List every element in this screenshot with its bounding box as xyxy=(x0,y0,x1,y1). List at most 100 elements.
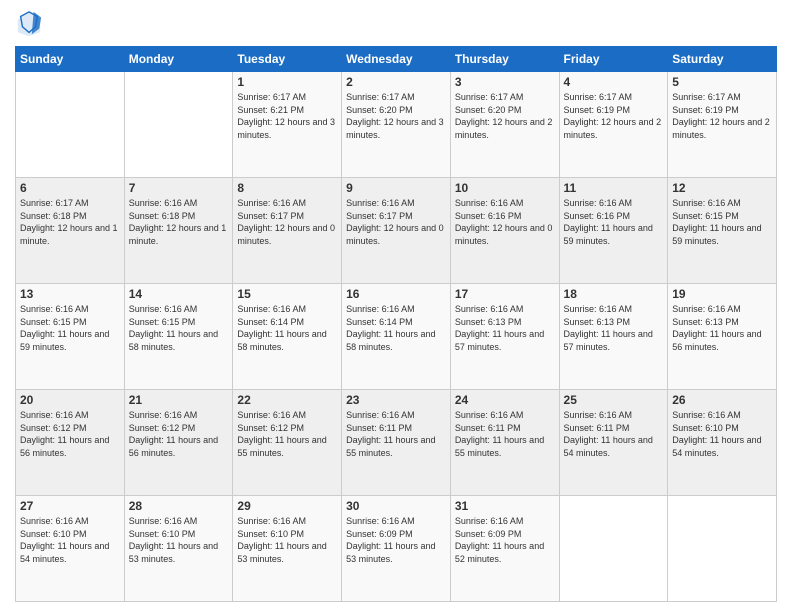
logo-icon xyxy=(15,10,43,38)
day-info: Sunrise: 6:16 AM Sunset: 6:16 PM Dayligh… xyxy=(455,197,555,247)
day-number: 24 xyxy=(455,393,555,407)
day-number: 28 xyxy=(129,499,229,513)
day-info: Sunrise: 6:17 AM Sunset: 6:19 PM Dayligh… xyxy=(672,91,772,141)
day-info: Sunrise: 6:16 AM Sunset: 6:10 PM Dayligh… xyxy=(672,409,772,459)
day-number: 7 xyxy=(129,181,229,195)
day-number: 2 xyxy=(346,75,446,89)
day-info: Sunrise: 6:16 AM Sunset: 6:12 PM Dayligh… xyxy=(20,409,120,459)
calendar-body: 1 Sunrise: 6:17 AM Sunset: 6:21 PM Daylig… xyxy=(16,72,777,602)
day-info: Sunrise: 6:16 AM Sunset: 6:15 PM Dayligh… xyxy=(129,303,229,353)
calendar-cell: 11 Sunrise: 6:16 AM Sunset: 6:16 PM Dayli… xyxy=(559,178,668,284)
day-info: Sunrise: 6:16 AM Sunset: 6:13 PM Dayligh… xyxy=(455,303,555,353)
calendar-cell: 31Sunrise: 6:16 AM Sunset: 6:09 PM Dayli… xyxy=(450,496,559,602)
day-info: Sunrise: 6:16 AM Sunset: 6:14 PM Dayligh… xyxy=(346,303,446,353)
day-number: 21 xyxy=(129,393,229,407)
calendar-cell: 10 Sunrise: 6:16 AM Sunset: 6:16 PM Dayli… xyxy=(450,178,559,284)
day-info: Sunrise: 6:16 AM Sunset: 6:16 PM Dayligh… xyxy=(564,197,664,247)
calendar-cell: 8 Sunrise: 6:16 AM Sunset: 6:17 PM Daylig… xyxy=(233,178,342,284)
calendar-cell: 4 Sunrise: 6:17 AM Sunset: 6:19 PM Daylig… xyxy=(559,72,668,178)
calendar-cell: 2 Sunrise: 6:17 AM Sunset: 6:20 PM Daylig… xyxy=(342,72,451,178)
calendar-cell: 29 Sunrise: 6:16 AM Sunset: 6:10 PM Dayli… xyxy=(233,496,342,602)
calendar-cell: 26 Sunrise: 6:16 AM Sunset: 6:10 PM Dayli… xyxy=(668,390,777,496)
calendar-cell: 23Sunrise: 6:16 AM Sunset: 6:11 PM Dayli… xyxy=(342,390,451,496)
day-number: 27 xyxy=(20,499,120,513)
day-info: Sunrise: 6:16 AM Sunset: 6:17 PM Dayligh… xyxy=(237,197,337,247)
day-number: 14 xyxy=(129,287,229,301)
calendar-cell: 15 Sunrise: 6:16 AM Sunset: 6:14 PM Dayli… xyxy=(233,284,342,390)
day-info: Sunrise: 6:16 AM Sunset: 6:12 PM Dayligh… xyxy=(237,409,337,459)
day-info: Sunrise: 6:16 AM Sunset: 6:11 PM Dayligh… xyxy=(564,409,664,459)
day-info: Sunrise: 6:16 AM Sunset: 6:12 PM Dayligh… xyxy=(129,409,229,459)
day-number: 11 xyxy=(564,181,664,195)
day-info: Sunrise: 6:16 AM Sunset: 6:15 PM Dayligh… xyxy=(20,303,120,353)
calendar-cell: 3Sunrise: 6:17 AM Sunset: 6:20 PM Daylig… xyxy=(450,72,559,178)
day-number: 22 xyxy=(237,393,337,407)
week-row-3: 13Sunrise: 6:16 AM Sunset: 6:15 PM Dayli… xyxy=(16,284,777,390)
day-info: Sunrise: 6:16 AM Sunset: 6:13 PM Dayligh… xyxy=(564,303,664,353)
week-row-1: 1 Sunrise: 6:17 AM Sunset: 6:21 PM Daylig… xyxy=(16,72,777,178)
day-number: 12 xyxy=(672,181,772,195)
day-info: Sunrise: 6:16 AM Sunset: 6:10 PM Dayligh… xyxy=(129,515,229,565)
calendar-cell: 19 Sunrise: 6:16 AM Sunset: 6:13 PM Dayli… xyxy=(668,284,777,390)
weekday-header-monday: Monday xyxy=(124,47,233,72)
day-info: Sunrise: 6:16 AM Sunset: 6:18 PM Dayligh… xyxy=(129,197,229,247)
day-number: 8 xyxy=(237,181,337,195)
calendar-cell: 6Sunrise: 6:17 AM Sunset: 6:18 PM Daylig… xyxy=(16,178,125,284)
weekday-header-thursday: Thursday xyxy=(450,47,559,72)
calendar-cell: 13Sunrise: 6:16 AM Sunset: 6:15 PM Dayli… xyxy=(16,284,125,390)
day-number: 30 xyxy=(346,499,446,513)
calendar-cell: 18 Sunrise: 6:16 AM Sunset: 6:13 PM Dayli… xyxy=(559,284,668,390)
day-number: 26 xyxy=(672,393,772,407)
day-number: 6 xyxy=(20,181,120,195)
calendar-cell xyxy=(559,496,668,602)
day-number: 18 xyxy=(564,287,664,301)
day-number: 9 xyxy=(346,181,446,195)
day-number: 25 xyxy=(564,393,664,407)
day-number: 10 xyxy=(455,181,555,195)
weekday-header-saturday: Saturday xyxy=(668,47,777,72)
calendar: SundayMondayTuesdayWednesdayThursdayFrid… xyxy=(15,46,777,602)
calendar-cell: 30 Sunrise: 6:16 AM Sunset: 6:09 PM Dayli… xyxy=(342,496,451,602)
calendar-cell: 9 Sunrise: 6:16 AM Sunset: 6:17 PM Daylig… xyxy=(342,178,451,284)
day-number: 1 xyxy=(237,75,337,89)
calendar-header: SundayMondayTuesdayWednesdayThursdayFrid… xyxy=(16,47,777,72)
day-info: Sunrise: 6:16 AM Sunset: 6:10 PM Dayligh… xyxy=(20,515,120,565)
day-info: Sunrise: 6:17 AM Sunset: 6:21 PM Dayligh… xyxy=(237,91,337,141)
calendar-cell: 27 Sunrise: 6:16 AM Sunset: 6:10 PM Dayli… xyxy=(16,496,125,602)
day-info: Sunrise: 6:17 AM Sunset: 6:20 PM Dayligh… xyxy=(455,91,555,141)
day-info: Sunrise: 6:16 AM Sunset: 6:13 PM Dayligh… xyxy=(672,303,772,353)
day-info: Sunrise: 6:16 AM Sunset: 6:14 PM Dayligh… xyxy=(237,303,337,353)
calendar-cell: 22 Sunrise: 6:16 AM Sunset: 6:12 PM Dayli… xyxy=(233,390,342,496)
page: SundayMondayTuesdayWednesdayThursdayFrid… xyxy=(0,0,792,612)
day-info: Sunrise: 6:16 AM Sunset: 6:11 PM Dayligh… xyxy=(455,409,555,459)
day-info: Sunrise: 6:16 AM Sunset: 6:15 PM Dayligh… xyxy=(672,197,772,247)
day-number: 20 xyxy=(20,393,120,407)
day-number: 5 xyxy=(672,75,772,89)
calendar-cell xyxy=(668,496,777,602)
calendar-cell: 25 Sunrise: 6:16 AM Sunset: 6:11 PM Dayli… xyxy=(559,390,668,496)
calendar-cell: 28 Sunrise: 6:16 AM Sunset: 6:10 PM Dayli… xyxy=(124,496,233,602)
calendar-cell: 21 Sunrise: 6:16 AM Sunset: 6:12 PM Dayli… xyxy=(124,390,233,496)
day-info: Sunrise: 6:16 AM Sunset: 6:10 PM Dayligh… xyxy=(237,515,337,565)
weekday-header-wednesday: Wednesday xyxy=(342,47,451,72)
week-row-2: 6Sunrise: 6:17 AM Sunset: 6:18 PM Daylig… xyxy=(16,178,777,284)
day-number: 23 xyxy=(346,393,446,407)
day-number: 29 xyxy=(237,499,337,513)
weekday-row: SundayMondayTuesdayWednesdayThursdayFrid… xyxy=(16,47,777,72)
day-number: 15 xyxy=(237,287,337,301)
weekday-header-friday: Friday xyxy=(559,47,668,72)
calendar-cell: 12 Sunrise: 6:16 AM Sunset: 6:15 PM Dayli… xyxy=(668,178,777,284)
calendar-cell: 5 Sunrise: 6:17 AM Sunset: 6:19 PM Daylig… xyxy=(668,72,777,178)
week-row-5: 27 Sunrise: 6:16 AM Sunset: 6:10 PM Dayli… xyxy=(16,496,777,602)
calendar-cell: 14 Sunrise: 6:16 AM Sunset: 6:15 PM Dayli… xyxy=(124,284,233,390)
day-info: Sunrise: 6:17 AM Sunset: 6:19 PM Dayligh… xyxy=(564,91,664,141)
day-number: 19 xyxy=(672,287,772,301)
day-info: Sunrise: 6:16 AM Sunset: 6:09 PM Dayligh… xyxy=(346,515,446,565)
calendar-cell: 20 Sunrise: 6:16 AM Sunset: 6:12 PM Dayli… xyxy=(16,390,125,496)
day-number: 4 xyxy=(564,75,664,89)
day-info: Sunrise: 6:17 AM Sunset: 6:20 PM Dayligh… xyxy=(346,91,446,141)
weekday-header-tuesday: Tuesday xyxy=(233,47,342,72)
day-info: Sunrise: 6:16 AM Sunset: 6:17 PM Dayligh… xyxy=(346,197,446,247)
calendar-cell: 17Sunrise: 6:16 AM Sunset: 6:13 PM Dayli… xyxy=(450,284,559,390)
day-info: Sunrise: 6:16 AM Sunset: 6:09 PM Dayligh… xyxy=(455,515,555,565)
